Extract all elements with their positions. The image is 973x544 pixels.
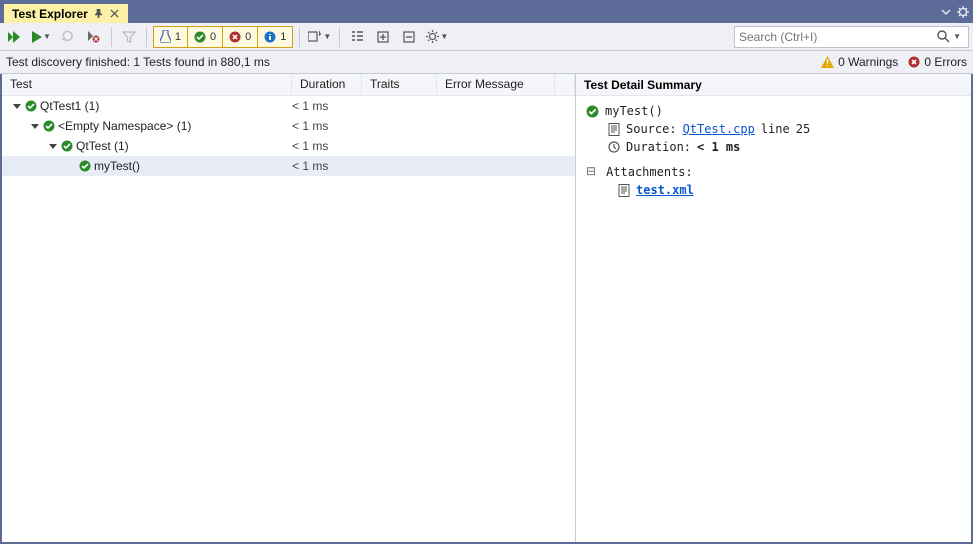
pass-icon (43, 120, 55, 132)
group-by-button[interactable] (346, 26, 368, 48)
document-icon (608, 123, 620, 136)
search-input[interactable] (739, 30, 937, 44)
window-tab[interactable]: Test Explorer (4, 4, 128, 23)
playlist-button[interactable]: ▼ (306, 26, 333, 48)
dropdown-caret-icon: ▼ (440, 32, 448, 41)
attachment-link[interactable]: test.xml (636, 183, 694, 197)
detail-panel: Test Detail Summary myTest() Source: QtT… (576, 74, 971, 542)
expander-icon[interactable] (30, 121, 40, 131)
status-bar: Test discovery finished: 1 Tests found i… (0, 51, 973, 74)
tree-cell-test: myTest() (2, 159, 292, 173)
dropdown-caret-icon: ▼ (323, 32, 331, 41)
detail-body: myTest() Source: QtTest.cpp line 25 Dura… (576, 96, 971, 542)
run-all-button[interactable] (4, 26, 26, 48)
detail-header: Test Detail Summary (576, 74, 971, 96)
test-tree: QtTest1 (1) < 1 ms <Empty Namespace> (1) < … (2, 96, 575, 542)
attachments-header-row: ⊟ Attachments: (586, 162, 961, 181)
errors-status[interactable]: 0 Errors (908, 55, 967, 69)
collapse-button[interactable] (398, 26, 420, 48)
pass-icon (25, 100, 37, 112)
content-area: Test Duration Traits Error Message QtTes… (2, 74, 971, 542)
tree-cell-duration: < 1 ms (292, 159, 362, 173)
tree-node-label: myTest() (94, 159, 140, 173)
tree-row[interactable]: QtTest (1) < 1 ms (2, 136, 575, 156)
repeat-button[interactable] (57, 26, 79, 48)
pass-icon (79, 160, 91, 172)
col-traits[interactable]: Traits (362, 74, 437, 95)
total-tests-pill[interactable]: 1 (154, 27, 188, 47)
errors-text: 0 Errors (924, 55, 967, 69)
pass-icon (61, 140, 73, 152)
column-headers: Test Duration Traits Error Message (2, 74, 575, 96)
cancel-run-button[interactable] (83, 26, 105, 48)
source-line-prefix: line (761, 122, 790, 136)
window-title: Test Explorer (12, 7, 88, 21)
clock-icon (608, 141, 620, 153)
failed-tests-pill[interactable]: 0 (223, 27, 258, 47)
total-count: 1 (175, 31, 181, 43)
detail-test-name: myTest() (605, 104, 663, 118)
close-icon[interactable] (110, 9, 120, 18)
tree-node-label: QtTest (1) (76, 139, 129, 153)
pin-icon[interactable] (94, 9, 104, 18)
expander-icon[interactable] (48, 141, 58, 151)
tree-cell-test: QtTest1 (1) (2, 99, 292, 113)
attachment-item: test.xml (618, 181, 961, 199)
tree-row[interactable]: <Empty Namespace> (1) < 1 ms (2, 116, 575, 136)
passed-count: 0 (210, 31, 216, 43)
col-spare[interactable] (555, 74, 575, 95)
window-dropdown-icon[interactable] (941, 7, 951, 17)
expander-icon (66, 161, 76, 171)
tree-cell-duration: < 1 ms (292, 139, 362, 153)
col-duration[interactable]: Duration (292, 74, 362, 95)
tree-cell-test: <Empty Namespace> (1) (2, 119, 292, 133)
expander-icon[interactable] (12, 101, 22, 111)
tree-node-label: <Empty Namespace> (1) (58, 119, 191, 133)
attachments-section: ⊟ Attachments: test.xml (586, 162, 961, 199)
settings-button[interactable]: ▼ (424, 26, 450, 48)
passed-tests-pill[interactable]: 0 (188, 27, 223, 47)
detail-name-row: myTest() (586, 102, 961, 120)
tree-row[interactable]: myTest() < 1 ms (2, 156, 575, 176)
tree-row[interactable]: QtTest1 (1) < 1 ms (2, 96, 575, 116)
collapse-icon[interactable]: ⊟ (586, 164, 596, 179)
detail-duration-row: Duration: < 1 ms (608, 138, 961, 156)
source-label: Source: (626, 122, 677, 136)
attachments-label: Attachments: (606, 165, 693, 179)
detail-source-row: Source: QtTest.cpp line 25 (608, 120, 961, 138)
toolbar: ▼ 1 0 0 1 ▼ (0, 23, 973, 51)
test-counts-group: 1 0 0 1 (153, 26, 294, 48)
warnings-text: 0 Warnings (838, 55, 898, 69)
duration-label: Duration: (626, 140, 691, 154)
expand-button[interactable] (372, 26, 394, 48)
source-line: 25 (796, 122, 810, 136)
test-list-panel: Test Duration Traits Error Message QtTes… (2, 74, 576, 542)
document-icon (618, 184, 630, 197)
failed-count: 0 (245, 31, 251, 43)
tree-cell-duration: < 1 ms (292, 99, 362, 113)
tree-cell-duration: < 1 ms (292, 119, 362, 133)
duration-value: < 1 ms (697, 140, 740, 154)
col-test[interactable]: Test (2, 74, 292, 95)
titlebar: Test Explorer (0, 0, 973, 23)
search-icon[interactable] (937, 30, 950, 43)
source-file-link[interactable]: QtTest.cpp (683, 122, 755, 136)
dropdown-caret-icon: ▼ (43, 32, 51, 41)
status-text: Test discovery finished: 1 Tests found i… (6, 55, 270, 69)
search-dropdown-icon[interactable]: ▼ (950, 32, 964, 41)
filter-button[interactable] (118, 26, 140, 48)
info-count: 1 (280, 31, 286, 43)
run-button[interactable]: ▼ (30, 26, 53, 48)
tree-node-label: QtTest1 (1) (40, 99, 99, 113)
tree-cell-test: QtTest (1) (2, 139, 292, 153)
info-tests-pill[interactable]: 1 (258, 27, 292, 47)
col-error[interactable]: Error Message (437, 74, 555, 95)
search-box[interactable]: ▼ (734, 26, 969, 48)
warnings-status[interactable]: 0 Warnings (821, 55, 898, 69)
gear-icon[interactable] (957, 6, 969, 18)
